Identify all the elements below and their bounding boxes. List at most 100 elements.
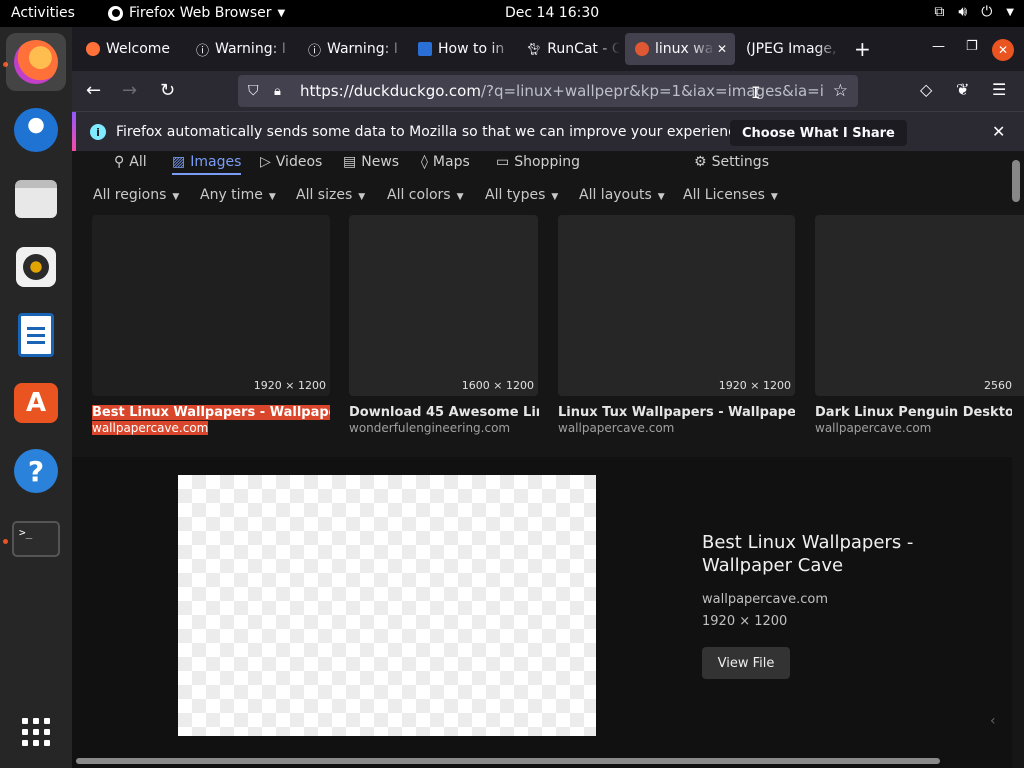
filter-color[interactable]: All colors ▼ <box>387 187 464 203</box>
tab-runcat[interactable]: 🐈︎ RunCat - C <box>516 33 620 65</box>
filter-regions[interactable]: All regions ▼ <box>93 187 179 203</box>
map-pin-icon: ◊ <box>421 154 428 170</box>
info-icon: ⓘ <box>196 43 210 59</box>
back-button[interactable]: ← <box>86 80 101 101</box>
dock-files[interactable] <box>11 174 61 224</box>
app-menu[interactable]: Firefox Web Browser ▼ <box>108 5 285 21</box>
volume-icon[interactable]: 🔊︎ <box>958 4 967 20</box>
result-source[interactable]: wallpapercave.com <box>815 421 931 435</box>
image-result-thumbnail[interactable]: 1600 × 1200 <box>349 215 538 396</box>
tab-jpeg-image[interactable]: (JPEG Image, <box>736 33 840 65</box>
apps-grid-icon <box>22 718 50 746</box>
dock-firefox[interactable] <box>6 33 66 91</box>
dock-writer[interactable] <box>11 310 61 360</box>
result-title[interactable]: Linux Tux Wallpapers - Wallpaper Cave <box>558 405 795 420</box>
firefox-icon <box>108 5 123 21</box>
vertical-scrollbar[interactable] <box>1012 160 1020 202</box>
activities-button[interactable]: Activities <box>11 5 75 21</box>
extension-icon[interactable]: ❦ <box>956 80 969 99</box>
running-indicator <box>3 539 8 544</box>
tab-images[interactable]: ▨ Images <box>172 151 242 175</box>
minimize-button[interactable]: — <box>932 39 945 54</box>
url-text[interactable]: https://duckduckgo.com/?q=linux+wallpepr… <box>300 82 825 100</box>
network-icon[interactable]: ⧉ <box>934 4 944 20</box>
hamburger-menu-icon[interactable]: ☰ <box>992 80 1006 99</box>
filter-license[interactable]: All Licenses ▼ <box>683 187 778 203</box>
detail-title[interactable]: Best Linux Wallpapers - Wallpaper Cave <box>702 531 942 577</box>
forward-button[interactable]: → <box>122 80 137 101</box>
result-title[interactable]: Best Linux Wallpapers - Wallpaper Cave <box>92 405 330 420</box>
close-notification-icon[interactable]: ✕ <box>992 122 1005 141</box>
tracking-protection-icon[interactable]: ⛉ <box>248 83 259 99</box>
result-source[interactable]: wallpapercave.com <box>558 421 674 435</box>
result-source[interactable]: wallpapercave.com <box>92 421 209 435</box>
tab-linux-wallpaper[interactable]: linux wa ✕ <box>625 33 735 65</box>
image-dimensions: 1920 × 1200 <box>253 379 326 392</box>
image-result-thumbnail[interactable]: 1920 × 1200 <box>92 215 330 396</box>
video-icon: ▷ <box>260 154 271 170</box>
pocket-icon[interactable]: ◇ <box>920 80 932 99</box>
filter-time[interactable]: Any time ▼ <box>200 187 276 203</box>
tab-welcome[interactable]: Welcome <box>76 33 182 65</box>
dock-software[interactable]: A <box>11 378 61 428</box>
tab-settings[interactable]: ⚙ Settings <box>694 151 769 173</box>
tab-videos[interactable]: ▷ Videos <box>260 151 322 173</box>
result-title[interactable]: Download 45 Awesome Linux ... <box>349 405 539 420</box>
filter-type[interactable]: All types ▼ <box>485 187 558 203</box>
site-info-icon[interactable]: 🔒︎ <box>274 84 281 99</box>
detail-source[interactable]: wallpapercave.com <box>702 592 828 607</box>
tab-warning-1[interactable]: ⓘ Warning: I <box>186 33 294 65</box>
dropdown-caret-icon: ▼ <box>657 192 665 202</box>
clock[interactable]: Dec 14 16:30 <box>505 5 599 21</box>
tab-warning-2[interactable]: ⓘ Warning: I <box>298 33 406 65</box>
show-applications-button[interactable] <box>11 707 61 757</box>
filter-layout[interactable]: All layouts ▼ <box>579 187 665 203</box>
image-result-thumbnail[interactable]: 2560 <box>815 215 1024 396</box>
tab-all[interactable]: ⚲ All <box>114 151 147 173</box>
web-page: ⚲ All ▨ Images ▷ Videos ▤ News ◊ Maps ▭ Shoppi… <box>72 151 1024 768</box>
notification-message: Firefox automatically sends some data to… <box>116 124 749 140</box>
text-cursor-icon: I <box>751 83 761 102</box>
chevron-down-icon[interactable]: ▼ <box>1006 7 1014 18</box>
dropdown-caret-icon: ▼ <box>456 192 464 202</box>
result-source[interactable]: wonderfulengineering.com <box>349 421 510 435</box>
dock-rhythmbox[interactable] <box>11 242 61 292</box>
reload-button[interactable]: ↻ <box>160 80 175 101</box>
url-bar[interactable]: ⛉ 🔒︎ https://duckduckgo.com/?q=linux+wal… <box>238 75 858 107</box>
image-preview[interactable] <box>178 475 596 736</box>
linuxcapable-icon <box>418 42 432 56</box>
tab-shopping[interactable]: ▭ Shopping <box>496 151 580 173</box>
power-icon[interactable]: ⏻ <box>981 4 992 20</box>
dock-terminal[interactable]: >_ <box>11 514 61 564</box>
maximize-button[interactable]: ❐ <box>966 39 978 54</box>
filter-size[interactable]: All sizes ▼ <box>296 187 365 203</box>
data-collection-notification: i Firefox automatically sends some data … <box>72 111 1024 152</box>
system-tray[interactable]: ⧉ 🔊︎ ⏻ ▼ <box>934 4 1014 20</box>
firefox-icon <box>14 40 58 84</box>
close-tab-icon[interactable]: ✕ <box>717 42 727 56</box>
info-icon: i <box>90 124 106 140</box>
files-icon <box>15 180 57 218</box>
horizontal-scrollbar[interactable] <box>76 758 940 764</box>
tab-news[interactable]: ▤ News <box>343 151 399 173</box>
image-dimensions: 2560 <box>984 379 1012 392</box>
software-store-icon: A <box>14 383 58 423</box>
tab-how-to[interactable]: How to in <box>408 33 514 65</box>
image-result-thumbnail[interactable]: 1920 × 1200 <box>558 215 795 396</box>
bookmark-star-icon[interactable]: ☆ <box>833 81 848 101</box>
result-title[interactable]: Dark Linux Penguin Desktop Wallp <box>815 405 1012 420</box>
tab-maps[interactable]: ◊ Maps <box>421 151 470 173</box>
navigation-toolbar: ← → ↻ ⛉ 🔒︎ https://duckduckgo.com/?q=lin… <box>72 71 1024 111</box>
view-file-button[interactable]: View File <box>702 647 790 679</box>
terminal-icon: >_ <box>12 521 60 557</box>
app-menu-label: Firefox Web Browser <box>129 5 272 21</box>
dock-help[interactable]: ? <box>11 446 61 496</box>
close-window-button[interactable]: ✕ <box>992 39 1014 61</box>
image-dimensions: 1920 × 1200 <box>718 379 791 392</box>
dock-thunderbird[interactable] <box>11 105 61 155</box>
new-tab-button[interactable]: + <box>854 37 871 61</box>
chevron-left-icon[interactable]: ‹ <box>990 713 1010 737</box>
gnome-top-bar: Activities Firefox Web Browser ▼ Dec 14 … <box>0 0 1024 27</box>
choose-what-i-share-button[interactable]: Choose What I Share <box>730 120 907 146</box>
image-dimensions: 1600 × 1200 <box>461 379 534 392</box>
